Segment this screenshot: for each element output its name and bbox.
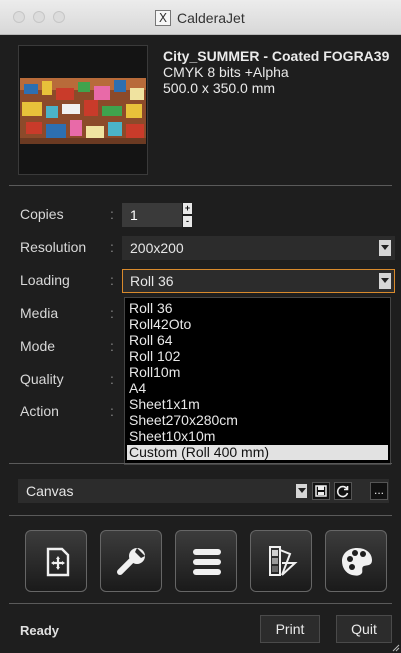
- add-page-button[interactable]: [25, 530, 87, 592]
- quit-button[interactable]: Quit: [336, 615, 392, 643]
- file-colorspace: CMYK 8 bits +Alpha: [163, 64, 289, 80]
- increment-icon[interactable]: +: [183, 203, 192, 214]
- decrement-icon[interactable]: -: [183, 216, 192, 227]
- separator: [9, 515, 392, 516]
- add-page-icon: [46, 547, 70, 577]
- loading-option[interactable]: Roll10m: [129, 365, 180, 380]
- loading-colon: :: [110, 272, 114, 288]
- loading-option[interactable]: Sheet270x280cm: [129, 413, 238, 428]
- separator: [9, 185, 392, 186]
- copies-field[interactable]: 1: [122, 203, 182, 227]
- copies-colon: :: [110, 206, 114, 222]
- resolution-colon: :: [110, 239, 114, 255]
- close-window-button[interactable]: [13, 11, 25, 23]
- zoom-window-button[interactable]: [53, 11, 65, 23]
- copies-value: 1: [130, 207, 138, 223]
- resolution-value: 200x200: [130, 240, 184, 256]
- copies-label: Copies: [20, 206, 64, 222]
- file-name: City_SUMMER - Coated FOGRA39: [163, 48, 390, 64]
- chevron-down-icon[interactable]: [379, 240, 391, 256]
- loading-label: Loading: [20, 272, 70, 288]
- loading-option[interactable]: A4: [129, 381, 146, 396]
- media-colon: :: [110, 305, 114, 321]
- copies-stepper[interactable]: + -: [183, 203, 192, 227]
- palette-icon: [342, 548, 372, 576]
- loading-dropdown-menu[interactable]: Roll 36 Roll42Oto Roll 64 Roll 102 Roll1…: [124, 297, 391, 465]
- window-title: CalderaJet: [177, 10, 245, 26]
- title-bar[interactable]: X CalderaJet: [0, 0, 401, 35]
- wrench-icon: [117, 548, 145, 575]
- separator: [9, 603, 392, 604]
- list-button[interactable]: [175, 530, 237, 592]
- refresh-icon[interactable]: [334, 482, 352, 500]
- chevron-down-icon[interactable]: [296, 484, 307, 498]
- quality-colon: :: [110, 371, 114, 387]
- quality-label: Quality: [20, 371, 64, 387]
- resize-grip-icon[interactable]: [391, 643, 400, 652]
- mode-label: Mode: [20, 338, 56, 354]
- canvas-value: Canvas: [26, 483, 74, 499]
- swatches-button[interactable]: [250, 530, 312, 592]
- palette-button[interactable]: [325, 530, 387, 592]
- save-icon[interactable]: [312, 482, 330, 500]
- image-thumbnail: [18, 45, 148, 175]
- file-info: City_SUMMER - Coated FOGRA39 CMYK 8 bits…: [163, 48, 389, 96]
- minimize-window-button[interactable]: [33, 11, 45, 23]
- file-size: 500.0 x 350.0 mm: [163, 80, 276, 96]
- app-x-icon: X: [155, 10, 171, 26]
- print-button[interactable]: Print: [260, 615, 320, 643]
- window-title-group: X CalderaJet: [155, 8, 245, 28]
- loading-value: Roll 36: [130, 273, 174, 289]
- action-colon: :: [110, 403, 114, 419]
- more-options-button[interactable]: ...: [370, 482, 388, 500]
- list-icon: [193, 549, 221, 575]
- loading-option[interactable]: Sheet10x10m: [129, 429, 215, 444]
- resolution-label: Resolution: [20, 239, 87, 255]
- resolution-select[interactable]: 200x200: [122, 236, 395, 260]
- media-label: Media: [20, 305, 59, 321]
- caldera-window: X CalderaJet City_SUMMER - Coated FOGRA3…: [0, 0, 401, 653]
- mode-colon: :: [110, 338, 114, 354]
- separator: [9, 463, 392, 464]
- tools-button[interactable]: [100, 530, 162, 592]
- canvas-select[interactable]: Canvas ...: [18, 479, 389, 503]
- loading-option[interactable]: Roll 102: [129, 349, 180, 364]
- status-text: Ready: [20, 623, 60, 638]
- chevron-down-icon[interactable]: [379, 273, 391, 289]
- loading-option-selected[interactable]: Custom (Roll 400 mm): [127, 445, 388, 460]
- action-label: Action: [20, 403, 59, 419]
- swatches-icon: [269, 546, 298, 576]
- loading-option[interactable]: Roll 36: [129, 301, 173, 316]
- loading-option[interactable]: Roll 64: [129, 333, 173, 348]
- loading-option[interactable]: Roll42Oto: [129, 317, 191, 332]
- loading-option[interactable]: Sheet1x1m: [129, 397, 200, 412]
- city-summer-preview-image: [20, 78, 146, 144]
- loading-select[interactable]: Roll 36: [122, 269, 395, 293]
